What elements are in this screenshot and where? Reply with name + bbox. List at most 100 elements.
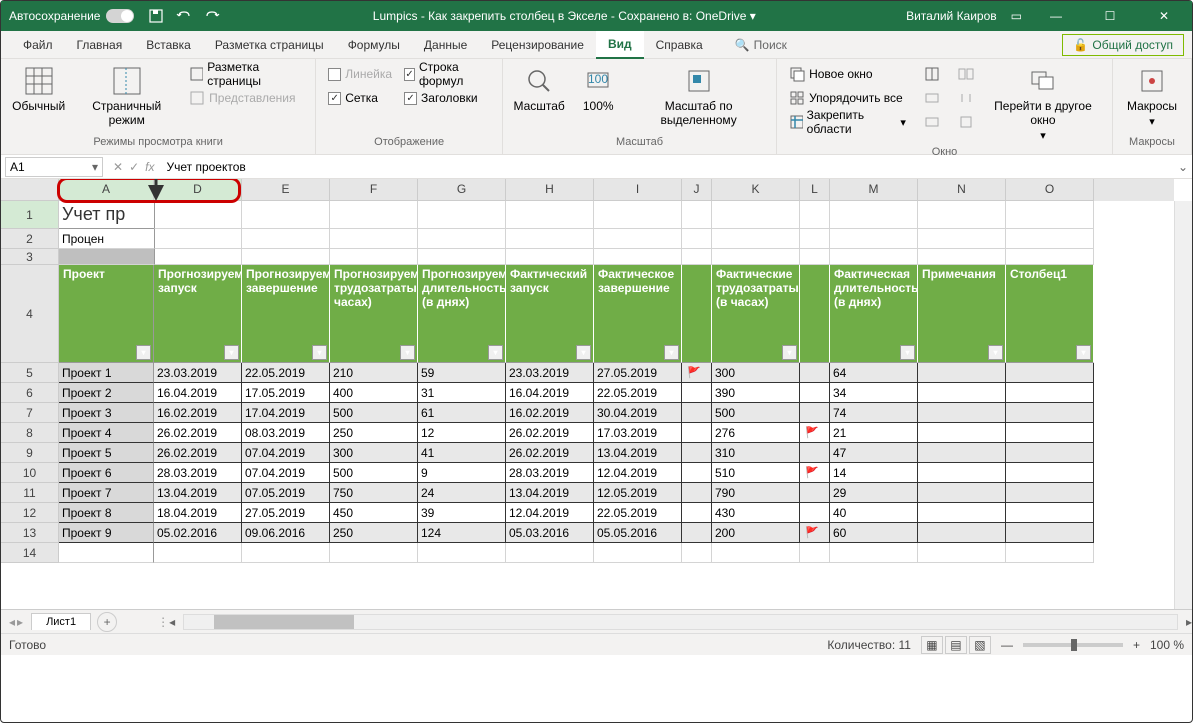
cell[interactable] — [154, 543, 242, 563]
cell[interactable] — [918, 249, 1006, 265]
cell[interactable] — [506, 249, 594, 265]
cell[interactable]: 430 — [712, 503, 800, 523]
cell[interactable]: 450 — [330, 503, 418, 523]
cell[interactable]: 30.04.2019 — [594, 403, 682, 423]
column-header-G[interactable]: G — [418, 179, 506, 201]
cell[interactable]: Примечания▾ — [918, 265, 1006, 363]
cell[interactable]: 28.03.2019 — [506, 463, 594, 483]
cell[interactable] — [682, 249, 712, 265]
zoom-button[interactable]: Масштаб — [511, 63, 567, 115]
arrange-all-button[interactable]: Упорядочить все — [785, 87, 910, 109]
cell[interactable] — [918, 483, 1006, 503]
tab-help[interactable]: Справка — [644, 31, 715, 59]
cell[interactable] — [242, 543, 330, 563]
tab-pagelayout[interactable]: Разметка страницы — [203, 31, 336, 59]
cell[interactable]: 17.04.2019 — [242, 403, 330, 423]
cell[interactable]: 61 — [418, 403, 506, 423]
enter-formula-icon[interactable]: ✓ — [129, 160, 139, 174]
cell[interactable] — [1006, 543, 1094, 563]
filter-button[interactable]: ▾ — [488, 345, 503, 360]
cell[interactable]: 🚩 — [800, 463, 830, 483]
cell[interactable] — [682, 383, 712, 403]
cell[interactable]: 23.03.2019 — [506, 363, 594, 383]
formula-bar-expand[interactable]: ⌄ — [1174, 160, 1192, 174]
cell[interactable]: Прогнозируемый запуск▾ — [154, 265, 242, 363]
cell[interactable] — [830, 543, 918, 563]
cell[interactable] — [154, 249, 242, 265]
cell[interactable]: 59 — [418, 363, 506, 383]
tab-view[interactable]: Вид — [596, 31, 644, 59]
tab-data[interactable]: Данные — [412, 31, 479, 59]
row-header-1[interactable]: 1 — [1, 201, 59, 229]
row-headers[interactable]: 1234567891011121314 — [1, 201, 59, 609]
cell[interactable] — [682, 463, 712, 483]
cell[interactable]: 13.04.2019 — [594, 443, 682, 463]
cell[interactable] — [800, 363, 830, 383]
cell[interactable]: 390 — [712, 383, 800, 403]
cell[interactable]: 🚩 — [800, 523, 830, 543]
cell[interactable] — [1006, 363, 1094, 383]
row-header-2[interactable]: 2 — [1, 229, 59, 249]
cell[interactable] — [1006, 523, 1094, 543]
cell[interactable] — [418, 229, 506, 249]
cell[interactable] — [800, 201, 830, 229]
cell[interactable]: 39 — [418, 503, 506, 523]
row-header-3[interactable]: 3 — [1, 249, 59, 265]
cancel-formula-icon[interactable]: ✕ — [113, 160, 123, 174]
unhide-button[interactable] — [920, 111, 944, 133]
cell[interactable]: 05.03.2016 — [506, 523, 594, 543]
sync-scroll-button[interactable] — [954, 87, 978, 109]
normal-view-button[interactable]: Обычный — [9, 63, 68, 115]
name-box[interactable]: A1▾ — [5, 157, 103, 177]
cell[interactable]: Проект 6 — [59, 463, 154, 483]
vertical-scrollbar[interactable] — [1174, 201, 1192, 609]
cell[interactable] — [506, 543, 594, 563]
cell[interactable] — [1006, 383, 1094, 403]
tab-insert[interactable]: Вставка — [134, 31, 203, 59]
filter-button[interactable]: ▾ — [1076, 345, 1091, 360]
filter-button[interactable]: ▾ — [400, 345, 415, 360]
cell[interactable]: Столбец1▾ — [1006, 265, 1094, 363]
cell[interactable] — [918, 403, 1006, 423]
cell[interactable] — [918, 201, 1006, 229]
cell[interactable]: 07.04.2019 — [242, 443, 330, 463]
cell[interactable] — [682, 201, 712, 229]
zoom-in-button[interactable]: + — [1133, 638, 1140, 652]
cell[interactable]: 07.05.2019 — [242, 483, 330, 503]
filter-button[interactable]: ▾ — [312, 345, 327, 360]
cell[interactable]: 23.03.2019 — [154, 363, 242, 383]
zoom-selection-button[interactable]: Масштаб по выделенному — [629, 63, 768, 129]
hscroll-left[interactable]: ◂ — [169, 615, 175, 629]
cell[interactable] — [1006, 201, 1094, 229]
cell[interactable]: 124 — [418, 523, 506, 543]
cell[interactable] — [594, 201, 682, 229]
column-headers[interactable]: ADEFGHIJKLMNO — [59, 179, 1174, 201]
cell[interactable]: Проект 1 — [59, 363, 154, 383]
cell[interactable]: 12.05.2019 — [594, 483, 682, 503]
column-header-F[interactable]: F — [330, 179, 418, 201]
cell[interactable] — [1006, 249, 1094, 265]
split-button[interactable] — [920, 63, 944, 85]
cell[interactable] — [918, 363, 1006, 383]
cell[interactable] — [1006, 423, 1094, 443]
cell[interactable]: Проект 7 — [59, 483, 154, 503]
cell[interactable] — [918, 463, 1006, 483]
row-header-12[interactable]: 12 — [1, 503, 59, 523]
column-header-M[interactable]: M — [830, 179, 918, 201]
cell[interactable] — [682, 443, 712, 463]
formula-bar-checkbox[interactable]: Строка формул — [400, 63, 494, 85]
cell[interactable]: 22.05.2019 — [594, 383, 682, 403]
cell[interactable]: Прогнозируемое завершение▾ — [242, 265, 330, 363]
cell[interactable]: Проект▾ — [59, 265, 154, 363]
cell[interactable] — [682, 543, 712, 563]
minimize-button[interactable]: — — [1036, 1, 1076, 31]
cell[interactable]: 27.05.2019 — [594, 363, 682, 383]
filter-button[interactable]: ▾ — [988, 345, 1003, 360]
cell[interactable] — [712, 229, 800, 249]
freeze-panes-button[interactable]: Закрепить области ▾ — [785, 111, 910, 133]
column-header-J[interactable]: J — [682, 179, 712, 201]
cell[interactable] — [330, 229, 418, 249]
cell[interactable]: 31 — [418, 383, 506, 403]
cell[interactable]: 12 — [418, 423, 506, 443]
cell[interactable] — [594, 543, 682, 563]
